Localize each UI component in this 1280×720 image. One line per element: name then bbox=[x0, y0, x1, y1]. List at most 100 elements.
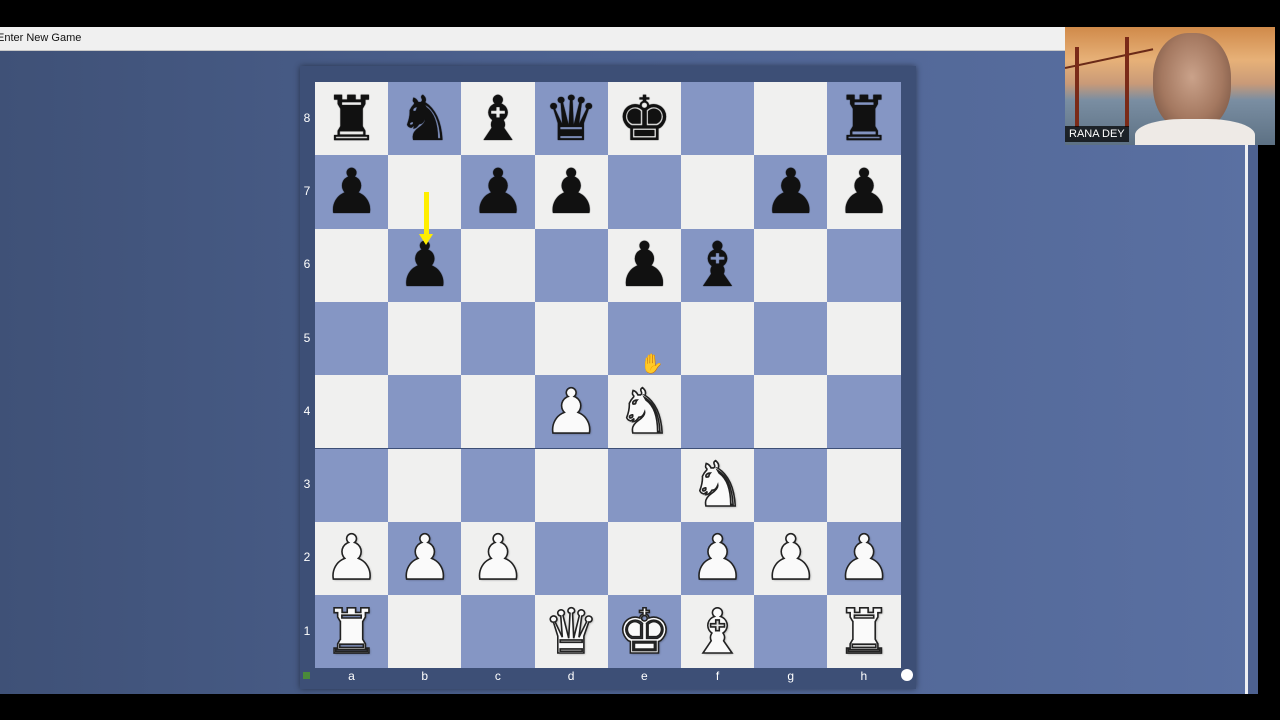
square-a3[interactable] bbox=[315, 448, 389, 522]
square-b1[interactable] bbox=[388, 595, 462, 669]
square-f5[interactable] bbox=[681, 301, 755, 376]
chess-piece[interactable]: ♜ bbox=[836, 87, 892, 150]
square-g6[interactable] bbox=[754, 228, 828, 302]
chess-piece[interactable]: ♟ bbox=[470, 160, 526, 223]
chess-piece[interactable]: ♟ bbox=[617, 234, 673, 296]
chess-piece[interactable]: ♟ bbox=[396, 526, 453, 590]
rank-label: 6 bbox=[303, 257, 311, 272]
chess-piece[interactable]: ♟ bbox=[763, 160, 819, 223]
chess-piece[interactable]: ♝ bbox=[470, 87, 526, 150]
square-d5[interactable] bbox=[534, 301, 608, 376]
square-a2[interactable]: ♟ bbox=[315, 521, 389, 596]
chess-piece[interactable]: ♞ bbox=[616, 380, 673, 444]
square-g5[interactable] bbox=[754, 301, 828, 376]
square-c1[interactable] bbox=[461, 595, 535, 669]
chess-piece[interactable]: ♜ bbox=[323, 599, 380, 663]
square-a8[interactable]: ♜ bbox=[315, 82, 389, 156]
chess-piece[interactable]: ♞ bbox=[689, 453, 746, 517]
square-h8[interactable]: ♜ bbox=[827, 82, 901, 156]
square-f3[interactable]: ♞ bbox=[681, 448, 755, 522]
square-g3[interactable] bbox=[754, 448, 828, 522]
chess-piece[interactable]: ♚ bbox=[616, 599, 673, 663]
square-c5[interactable] bbox=[461, 301, 535, 376]
square-h5[interactable] bbox=[827, 301, 901, 376]
square-b8[interactable]: ♞ bbox=[388, 82, 462, 156]
square-d3[interactable] bbox=[534, 448, 608, 522]
square-a1[interactable]: ♜ bbox=[315, 595, 389, 669]
chess-piece[interactable]: ♜ bbox=[835, 599, 892, 663]
chess-piece[interactable]: ♟ bbox=[689, 526, 746, 590]
square-f4[interactable] bbox=[681, 375, 755, 449]
chess-board[interactable]: ♜ ♞ ♝ ♛ ♚ ♜ ♟ ♟ ♟ ♟ ♟ ♟ ♟ ♝ ♟ ♞ ♞ ♟ ♟ ♟ ♟ ♟ ♟ ♜ ♛ ♚ ♝ ♜ bbox=[315, 82, 901, 669]
chess-piece[interactable]: ♝ bbox=[690, 234, 746, 296]
square-e4[interactable]: ♞ bbox=[607, 375, 681, 449]
square-c4[interactable] bbox=[461, 375, 535, 449]
square-f7[interactable] bbox=[681, 155, 755, 229]
square-c8[interactable]: ♝ bbox=[461, 82, 535, 156]
square-e7[interactable] bbox=[607, 155, 681, 229]
file-label: f bbox=[715, 669, 720, 683]
chess-piece[interactable]: ♛ bbox=[543, 599, 600, 663]
chess-piece[interactable]: ♝ bbox=[689, 599, 746, 663]
square-b3[interactable] bbox=[388, 448, 462, 522]
square-d1[interactable]: ♛ bbox=[534, 595, 608, 669]
square-d4[interactable]: ♟ bbox=[534, 375, 608, 449]
square-h6[interactable] bbox=[827, 228, 901, 302]
chess-piece[interactable]: ♟ bbox=[543, 160, 599, 223]
square-c3[interactable] bbox=[461, 448, 535, 522]
square-g2[interactable]: ♟ bbox=[754, 521, 828, 596]
square-h3[interactable] bbox=[827, 448, 901, 522]
square-h4[interactable] bbox=[827, 375, 901, 449]
square-b2[interactable]: ♟ bbox=[388, 521, 462, 596]
file-label: d bbox=[567, 669, 575, 683]
webcam-bridge-tower bbox=[1075, 47, 1079, 127]
chess-piece[interactable]: ♟ bbox=[543, 380, 600, 444]
rank-label: 2 bbox=[303, 550, 311, 565]
chess-piece[interactable]: ♟ bbox=[469, 526, 526, 590]
square-e1[interactable]: ♚ bbox=[607, 595, 681, 669]
chess-piece[interactable]: ♟ bbox=[762, 526, 819, 590]
right-panel-edge bbox=[1248, 145, 1258, 694]
square-d6[interactable] bbox=[534, 228, 608, 302]
square-f6[interactable]: ♝ bbox=[681, 228, 755, 302]
chess-piece[interactable]: ♞ bbox=[397, 87, 453, 150]
chess-piece[interactable]: ♛ bbox=[543, 87, 599, 150]
square-a7[interactable]: ♟ bbox=[315, 155, 389, 229]
chess-piece[interactable]: ♟ bbox=[836, 160, 892, 223]
chess-piece[interactable]: ♟ bbox=[835, 526, 892, 590]
square-d2[interactable] bbox=[534, 521, 608, 596]
square-e2[interactable] bbox=[607, 521, 681, 596]
square-b4[interactable] bbox=[388, 375, 462, 449]
chess-piece[interactable]: ♟ bbox=[323, 526, 380, 590]
screen: Enter New Game ♜ ♞ ♝ ♛ ♚ ♜ ♟ ♟ ♟ ♟ ♟ ♟ ♟ ♝ ♟ ♞ ♞ ♟ ♟ ♟ ♟ ♟ ♟ ♜ ♛… bbox=[0, 0, 1280, 720]
square-f1[interactable]: ♝ bbox=[681, 595, 755, 669]
square-h7[interactable]: ♟ bbox=[827, 155, 901, 229]
square-h2[interactable]: ♟ bbox=[827, 521, 901, 596]
square-a4[interactable] bbox=[315, 375, 389, 449]
rank-label: 8 bbox=[303, 110, 311, 125]
square-d7[interactable]: ♟ bbox=[534, 155, 608, 229]
square-e8[interactable]: ♚ bbox=[607, 82, 681, 156]
square-g4[interactable] bbox=[754, 375, 828, 449]
square-h1[interactable]: ♜ bbox=[827, 595, 901, 669]
chess-piece[interactable]: ♟ bbox=[324, 160, 380, 223]
square-b5[interactable] bbox=[388, 301, 462, 376]
square-a6[interactable] bbox=[315, 228, 389, 302]
chess-piece[interactable]: ♜ bbox=[324, 87, 380, 150]
square-e6[interactable]: ♟ bbox=[607, 228, 681, 302]
window-title: Enter New Game bbox=[0, 32, 82, 44]
rank-label: 4 bbox=[303, 403, 311, 418]
square-g1[interactable] bbox=[754, 595, 828, 669]
square-f8[interactable] bbox=[681, 82, 755, 156]
square-c2[interactable]: ♟ bbox=[461, 521, 535, 596]
webcam-person-shirt bbox=[1135, 119, 1255, 145]
square-f2[interactable]: ♟ bbox=[681, 521, 755, 596]
square-c7[interactable]: ♟ bbox=[461, 155, 535, 229]
square-c6[interactable] bbox=[461, 228, 535, 302]
square-g8[interactable] bbox=[754, 82, 828, 156]
square-e3[interactable] bbox=[607, 448, 681, 522]
chess-piece[interactable]: ♚ bbox=[617, 87, 673, 150]
square-d8[interactable]: ♛ bbox=[534, 82, 608, 156]
square-a5[interactable] bbox=[315, 301, 389, 376]
square-g7[interactable]: ♟ bbox=[754, 155, 828, 229]
